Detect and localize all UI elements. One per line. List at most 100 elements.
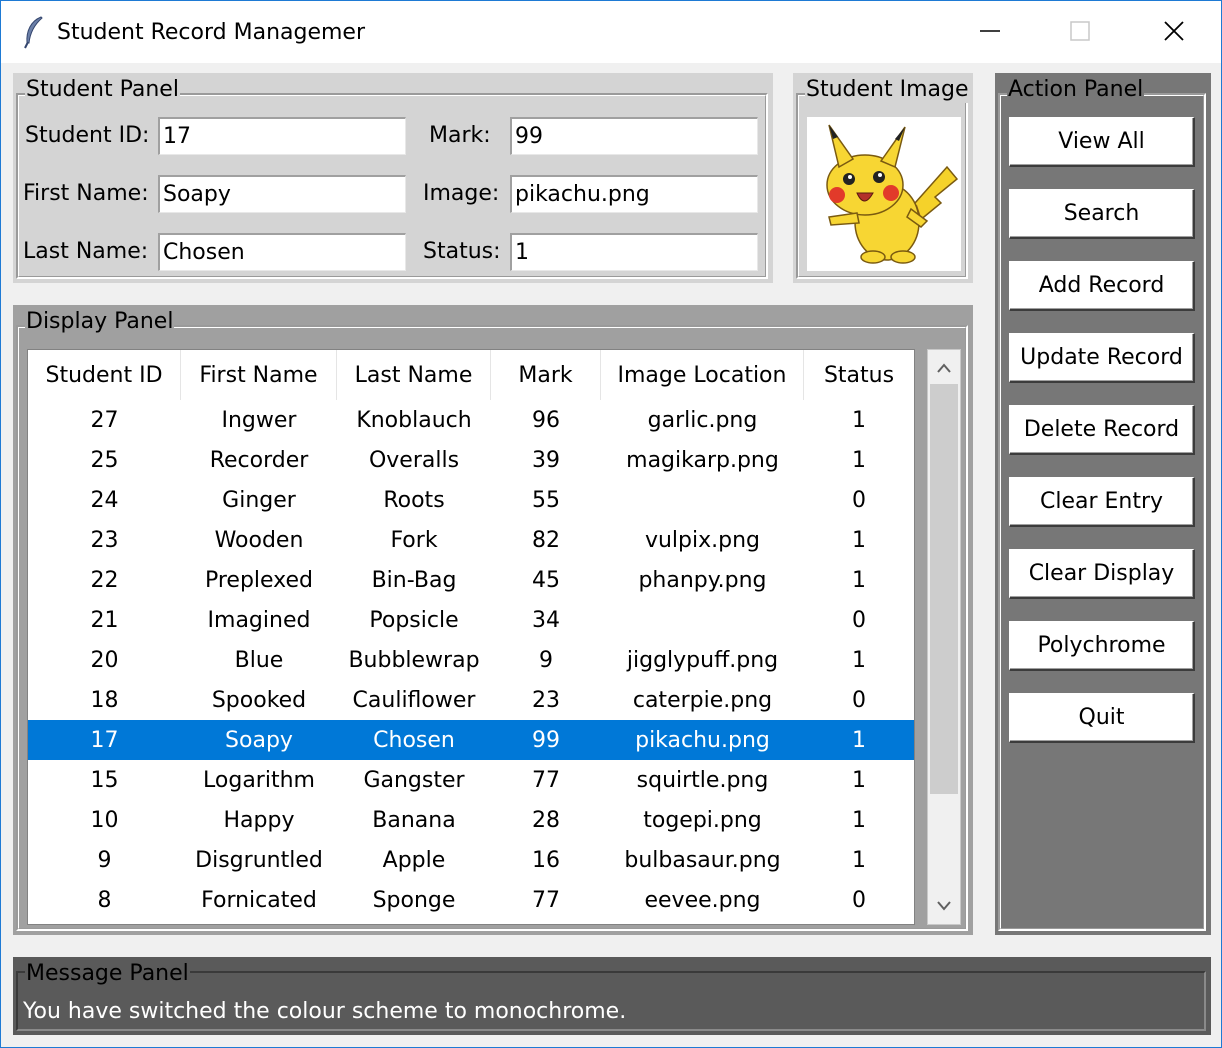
table-cell: eevee.png: [644, 887, 761, 913]
status-label: Status:: [423, 239, 501, 264]
table-cell: Bubblewrap: [348, 647, 480, 673]
table-cell: garlic.png: [647, 407, 758, 433]
table-cell: 0: [852, 607, 866, 633]
table-cell: 9: [539, 647, 553, 673]
column-header-image-location[interactable]: Image Location: [601, 350, 804, 400]
records-table[interactable]: Student ID First Name Last Name Mark Ima…: [27, 349, 915, 925]
table-row[interactable]: 18 Spooked Cauliflower 23 caterpie.png 0: [28, 680, 914, 720]
column-header-student-id[interactable]: Student ID: [28, 350, 181, 400]
minimize-button[interactable]: [965, 11, 1015, 51]
maximize-button[interactable]: [1055, 11, 1105, 51]
table-cell: 34: [532, 607, 560, 633]
mark-label: Mark:: [429, 123, 491, 148]
table-cell: Logarithm: [203, 767, 315, 793]
table-cell: Banana: [372, 807, 456, 833]
search-button[interactable]: Search: [1009, 189, 1195, 239]
table-cell: Ginger: [222, 487, 296, 513]
last-name-label: Last Name:: [23, 239, 149, 264]
feather-icon: [24, 16, 43, 49]
table-row[interactable]: 23 Wooden Fork 82 vulpix.png 1: [28, 520, 914, 560]
table-cell: 55: [532, 487, 560, 513]
image-label: Image:: [423, 181, 500, 206]
table-row[interactable]: 17 Soapy Chosen 99 pikachu.png 1: [28, 720, 914, 760]
delete-record-button[interactable]: Delete Record: [1009, 405, 1195, 455]
table-row[interactable]: 20 Blue Bubblewrap 9 jigglypuff.png 1: [28, 640, 914, 680]
table-cell: 8: [97, 887, 112, 913]
table-cell: 10: [90, 807, 119, 833]
display-panel: Display Panel Student ID First Name Last…: [13, 305, 973, 935]
table-cell: 21: [90, 607, 119, 633]
table-cell: 15: [90, 767, 119, 793]
scroll-down-button[interactable]: [928, 890, 960, 922]
table-cell: Overalls: [368, 447, 460, 473]
table-cell: 99: [532, 727, 560, 753]
quit-button[interactable]: Quit: [1009, 693, 1195, 743]
table-row[interactable]: 10 Happy Banana 28 togepi.png 1: [28, 800, 914, 840]
table-cell: 28: [532, 807, 560, 833]
table-cell: 77: [532, 887, 560, 913]
column-header-mark[interactable]: Mark: [491, 350, 601, 400]
table-cell: Bin-Bag: [371, 567, 457, 593]
table-row[interactable]: 27 Ingwer Knoblauch 96 garlic.png 1: [28, 400, 914, 440]
table-cell: [601, 480, 804, 520]
minimize-icon: [980, 30, 1000, 32]
table-row[interactable]: 24 Ginger Roots 55 0: [28, 480, 914, 520]
scroll-thumb[interactable]: [930, 384, 958, 794]
column-header-last-name[interactable]: Last Name: [337, 350, 491, 400]
table-body: 27 Ingwer Knoblauch 96 garlic.png 1 25 Recorder…: [28, 400, 914, 920]
student-id-field[interactable]: [158, 117, 406, 155]
student-image-panel: Student Image: [793, 73, 973, 283]
table-cell: vulpix.png: [644, 527, 761, 553]
window-title: Student Record Managemer: [57, 20, 365, 45]
close-button[interactable]: [1149, 11, 1199, 51]
view-all-button[interactable]: View All: [1009, 117, 1195, 167]
first-name-label: First Name:: [23, 181, 149, 206]
table-cell: 45: [532, 567, 560, 593]
table-row[interactable]: 8 Fornicated Sponge 77 eevee.png 0: [28, 880, 914, 920]
polychrome-button[interactable]: Polychrome: [1009, 621, 1195, 671]
mark-field[interactable]: [510, 117, 758, 155]
table-row[interactable]: 22 Preplexed Bin-Bag 45 phanpy.png 1: [28, 560, 914, 600]
table-cell: 1: [852, 647, 866, 673]
image-field[interactable]: [510, 175, 758, 213]
table-row[interactable]: 21 Imagined Popsicle 34 0: [28, 600, 914, 640]
table-cell: 0: [852, 887, 866, 913]
table-cell: Fornicated: [201, 887, 317, 913]
chevron-up-icon: [937, 363, 951, 373]
add-record-button[interactable]: Add Record: [1009, 261, 1195, 311]
table-cell: Imagined: [207, 607, 311, 633]
table-cell: Cauliflower: [352, 687, 476, 713]
status-field[interactable]: [510, 233, 758, 271]
table-cell: Disgruntled: [195, 847, 323, 873]
table-cell: Roots: [383, 487, 445, 513]
clear-display-button[interactable]: Clear Display: [1009, 549, 1195, 599]
column-header-first-name[interactable]: First Name: [181, 350, 337, 400]
last-name-field[interactable]: [158, 233, 406, 271]
table-cell: Knoblauch: [356, 407, 472, 433]
table-cell: 39: [532, 447, 560, 473]
table-cell: Apple: [382, 847, 446, 873]
table-cell: Chosen: [373, 727, 455, 753]
table-row[interactable]: 9 Disgruntled Apple 16 bulbasaur.png 1: [28, 840, 914, 880]
table-cell: Recorder: [209, 447, 309, 473]
table-cell: 1: [852, 567, 866, 593]
table-cell: 0: [852, 487, 866, 513]
first-name-field[interactable]: [158, 175, 406, 213]
title-bar: Student Record Managemer: [1, 1, 1221, 63]
table-row[interactable]: 25 Recorder Overalls 39 magikarp.png 1: [28, 440, 914, 480]
table-cell: 23: [532, 687, 560, 713]
table-cell: caterpie.png: [632, 687, 773, 713]
column-header-status[interactable]: Status: [804, 350, 914, 400]
table-row[interactable]: 15 Logarithm Gangster 77 squirtle.png 1: [28, 760, 914, 800]
table-cell: pikachu.png: [635, 727, 770, 753]
clear-entry-button[interactable]: Clear Entry: [1009, 477, 1195, 527]
table-cell: phanpy.png: [638, 567, 767, 593]
scroll-up-button[interactable]: [928, 352, 960, 384]
table-cell: 23: [90, 527, 119, 553]
table-cell: 77: [532, 767, 560, 793]
update-record-button[interactable]: Update Record: [1009, 333, 1195, 383]
table-scrollbar[interactable]: [927, 349, 961, 925]
table-cell: 96: [532, 407, 560, 433]
table-cell: [601, 600, 804, 640]
table-cell: 1: [852, 807, 866, 833]
